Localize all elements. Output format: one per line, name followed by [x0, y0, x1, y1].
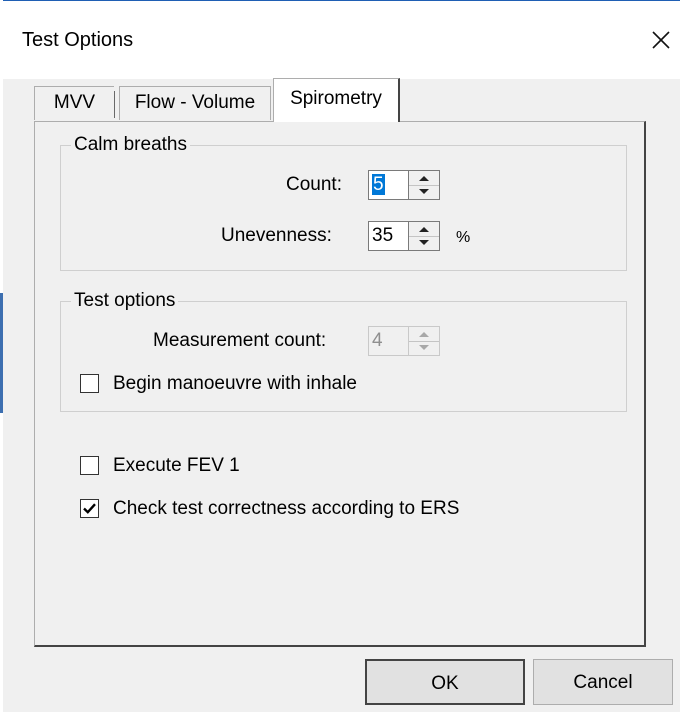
- cancel-button[interactable]: Cancel: [533, 659, 673, 705]
- calm-breaths-title: Calm breaths: [71, 133, 190, 157]
- unevenness-label: Unevenness:: [221, 225, 332, 246]
- check-ers-checkbox-row[interactable]: Check test correctness according to ERS: [80, 497, 520, 523]
- close-icon: [652, 31, 670, 49]
- title-bar: Test Options: [0, 1, 680, 79]
- tab-divider: [114, 91, 115, 118]
- count-up-button[interactable]: [409, 171, 439, 186]
- arrow-up-icon: [419, 176, 429, 181]
- begin-inhale-checkbox-row[interactable]: Begin manoeuvre with inhale: [80, 372, 420, 398]
- unevenness-spin-buttons[interactable]: [408, 221, 440, 251]
- count-spin-buttons[interactable]: [408, 170, 440, 200]
- arrow-down-icon: [419, 189, 429, 194]
- tab-label: Spirometry: [290, 88, 382, 109]
- measurement-count-down-button: [409, 341, 439, 355]
- calm-breaths-group: Calm breaths: [60, 133, 627, 271]
- execute-fev1-checkbox-row[interactable]: Execute FEV 1: [80, 454, 300, 480]
- arrow-down-icon: [419, 345, 429, 350]
- tab-spirometry[interactable]: Spirometry: [273, 78, 400, 122]
- begin-inhale-checkbox[interactable]: [80, 374, 99, 393]
- count-value: 5: [372, 174, 385, 195]
- tab-mvv[interactable]: MVV: [34, 86, 114, 120]
- checkmark-icon: [83, 503, 96, 514]
- unevenness-up-button[interactable]: [409, 222, 439, 237]
- window-title: Test Options: [22, 29, 134, 51]
- count-down-button[interactable]: [409, 185, 439, 199]
- ok-button[interactable]: OK: [365, 659, 525, 705]
- begin-inhale-label: Begin manoeuvre with inhale: [113, 373, 357, 394]
- test-options-title: Test options: [71, 289, 179, 313]
- count-input[interactable]: 5: [368, 170, 408, 200]
- measurement-count-input: 4: [368, 326, 408, 356]
- count-spinner[interactable]: 5: [368, 170, 442, 200]
- measurement-count-value: 4: [372, 330, 383, 351]
- arrow-up-icon: [419, 332, 429, 337]
- unevenness-input[interactable]: 35: [368, 221, 408, 251]
- measurement-count-spinner: 4: [368, 326, 442, 356]
- tab-label: Flow - Volume: [134, 92, 256, 113]
- arrow-up-icon: [419, 227, 429, 232]
- tab-flow-volume[interactable]: Flow - Volume: [119, 86, 271, 120]
- count-label: Count:: [286, 174, 342, 195]
- test-options-dialog: Test Options MVV Flow - Volume Spirometr…: [0, 0, 680, 712]
- measurement-count-label: Measurement count:: [153, 330, 327, 351]
- arrow-down-icon: [419, 240, 429, 245]
- measurement-count-up-button: [409, 327, 439, 342]
- unevenness-value: 35: [372, 225, 394, 246]
- check-ers-label: Check test correctness according to ERS: [113, 498, 460, 519]
- unevenness-unit: %: [456, 229, 471, 246]
- unevenness-spinner[interactable]: 35: [368, 221, 442, 251]
- execute-fev1-label: Execute FEV 1: [113, 455, 240, 476]
- tab-label: MVV: [53, 92, 96, 113]
- unevenness-down-button[interactable]: [409, 236, 439, 250]
- window-edge-highlight: [0, 293, 3, 413]
- check-ers-checkbox[interactable]: [80, 499, 99, 518]
- execute-fev1-checkbox[interactable]: [80, 456, 99, 475]
- close-button[interactable]: [620, 21, 680, 61]
- measurement-count-spin-buttons: [408, 326, 440, 356]
